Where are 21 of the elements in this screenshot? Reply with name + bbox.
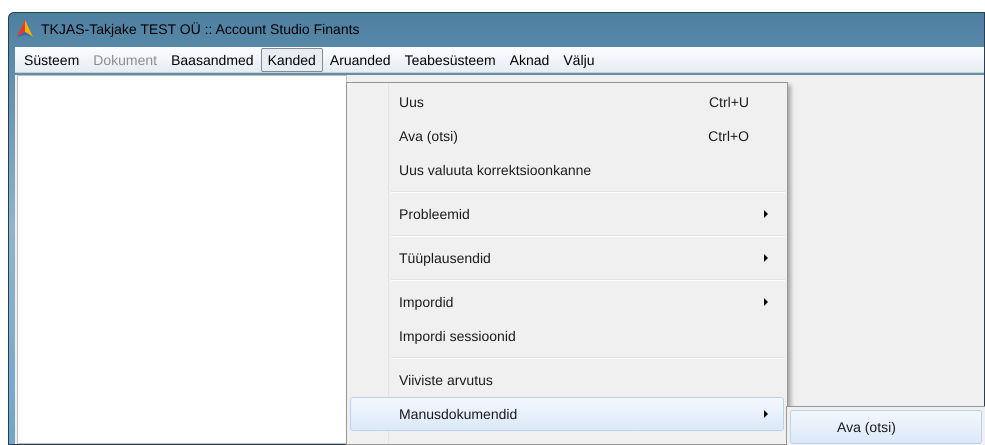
menu-option[interactable]: Ava (otsi) [790,410,982,444]
window-title: TKJAS-Takjake TEST OÜ :: Account Studio Finants [41,20,360,39]
menu-item[interactable]: Aknad [502,48,556,72]
shortcut-label: Ctrl+U [708,92,749,112]
logo-icon [15,19,35,39]
menu-option[interactable]: Probleemid [350,197,784,231]
menu-item[interactable]: Teabesüsteem [398,48,503,72]
menu-option[interactable]: Uus valuuta korrektsioonkanne [350,153,784,187]
menu-option[interactable]: Uus Ctrl+U [350,85,784,119]
menu-item[interactable]: Välju [556,48,602,72]
menu-option[interactable]: Tüüplausendid [350,241,784,275]
menu-option[interactable]: Impordid [350,285,784,319]
menu-option[interactable]: Viiviste arvutus [350,363,784,397]
menu-option[interactable]: Ava (otsi) Ctrl+O [350,119,784,153]
shortcut-label: Ctrl+O [708,126,749,146]
menu-item[interactable]: Süsteem [17,48,86,72]
menu-item[interactable]: Baasandmed [164,48,261,72]
menu-option[interactable]: Manusdokumendid [350,397,784,431]
menu-option[interactable]: Impordi sessioonid [350,319,784,353]
menu-item[interactable]: Aruanded [322,48,398,72]
menu-item[interactable]: Kanded [260,48,323,72]
